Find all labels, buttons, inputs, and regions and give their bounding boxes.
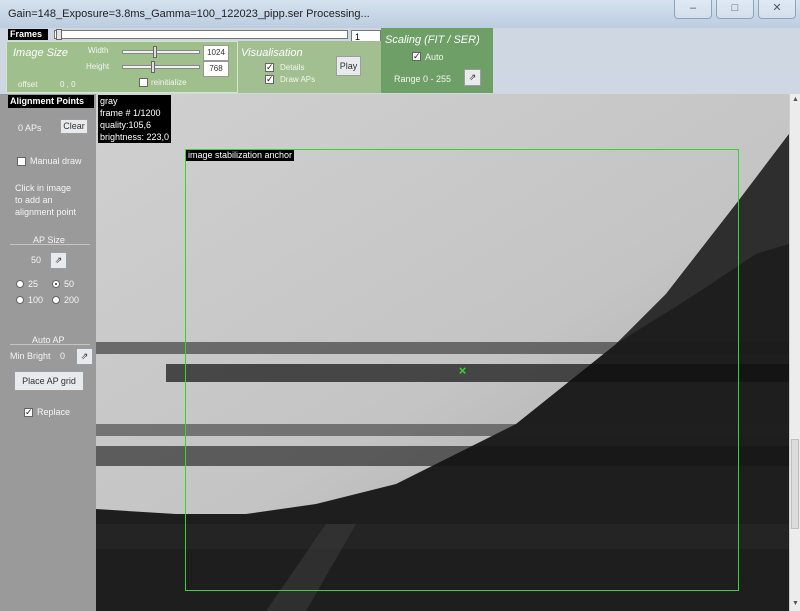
manual-draw-checkbox[interactable] (17, 157, 26, 166)
histogram-button[interactable]: ⇗ (464, 69, 481, 86)
window-controls: – □ ✕ (610, 0, 800, 22)
frame-info: gray frame # 1/1200 quality:105,6 bright… (98, 95, 172, 143)
offset-value: 0 , 0 (60, 80, 76, 89)
min-bright-label: Min Bright (10, 351, 51, 361)
hint-line-3: alignment point (15, 207, 77, 217)
visualisation-title: Visualisation (241, 47, 303, 59)
maximize-icon[interactable]: □ (716, 0, 754, 19)
scroll-thumb[interactable] (791, 439, 799, 529)
frames-slider[interactable] (54, 30, 348, 39)
details-checkbox[interactable]: ✓ (265, 63, 274, 72)
height-slider[interactable] (122, 65, 200, 69)
replace-checkbox[interactable]: ✓ (24, 408, 33, 417)
size-label-50: 50 (64, 279, 75, 289)
offset-label: offset (18, 80, 38, 89)
size-radio-200[interactable] (52, 296, 60, 304)
size-label-25: 25 (28, 279, 39, 289)
image-size-title: Image Size (13, 47, 69, 59)
manual-draw-label: Manual draw (30, 156, 82, 166)
min-bright-button[interactable]: ⇗ (76, 348, 93, 365)
draw-aps-label: Draw APs (280, 75, 316, 84)
height-slider-handle[interactable] (151, 61, 155, 73)
frames-label: Frames (8, 29, 48, 40)
scroll-down-icon[interactable]: ▼ (791, 599, 800, 609)
divider (10, 344, 90, 345)
size-label-100: 100 (28, 295, 44, 305)
width-value[interactable]: 1024 (203, 45, 229, 61)
scaling-title: Scaling (FIT / SER) (385, 34, 480, 46)
info-line: gray (100, 96, 118, 106)
ap-size-value: 50 (31, 255, 42, 265)
info-line: quality:105,6 (100, 120, 152, 130)
scroll-up-icon[interactable]: ▲ (791, 95, 800, 105)
ap-count: 0 APs (18, 123, 42, 133)
window-title: Gain=148_Exposure=3.8ms_Gamma=100_122023… (8, 8, 370, 20)
resize-icon: ⇗ (54, 255, 63, 265)
auto-scaling-checkbox[interactable]: ✓ (412, 52, 421, 61)
histogram-icon: ⇗ (468, 72, 477, 82)
hint-line-1: Click in image (15, 183, 72, 193)
size-radio-25[interactable] (16, 280, 24, 288)
details-label: Details (280, 63, 305, 72)
alignment-points-header: Alignment Points (8, 95, 94, 108)
info-line: brightness: 223,0 (100, 132, 170, 142)
stabilization-anchor-label: image stabilization anchor (186, 150, 295, 161)
title-bar: Gain=148_Exposure=3.8ms_Gamma=100_122023… (0, 0, 800, 29)
frames-slider-handle[interactable] (56, 29, 62, 40)
play-button[interactable]: Play (336, 56, 361, 76)
ap-size-button[interactable]: ⇗ (50, 252, 67, 269)
close-icon[interactable]: ✕ (758, 0, 796, 19)
size-radio-100[interactable] (16, 296, 24, 304)
width-slider[interactable] (122, 50, 200, 54)
range-label: Range 0 - 255 (394, 74, 452, 84)
size-label-200: 200 (64, 295, 80, 305)
auto-scaling-label: Auto (425, 52, 444, 62)
minimize-icon[interactable]: – (674, 0, 712, 19)
draw-aps-checkbox[interactable]: ✓ (265, 75, 274, 84)
height-label: Height (86, 62, 110, 71)
clear-button[interactable]: Clear (60, 119, 88, 134)
height-value[interactable]: 768 (203, 61, 229, 77)
hint-line-2: to add an (15, 195, 53, 205)
anchor-cross-icon: × (458, 363, 467, 378)
replace-label: Replace (37, 407, 71, 417)
place-ap-grid-button[interactable]: Place AP grid (14, 371, 84, 391)
width-slider-handle[interactable] (153, 46, 157, 58)
reinitialize-label: reinitialize (151, 78, 187, 87)
reinitialize-checkbox[interactable] (139, 78, 148, 87)
width-label: Width (88, 46, 109, 55)
vertical-scrollbar[interactable]: ▲ ▼ (789, 94, 800, 611)
info-line: frame # 1/1200 (100, 108, 161, 118)
divider (10, 244, 90, 245)
min-bright-value: 0 (60, 351, 66, 361)
size-radio-50[interactable] (52, 280, 60, 288)
resize-icon: ⇗ (80, 351, 89, 361)
